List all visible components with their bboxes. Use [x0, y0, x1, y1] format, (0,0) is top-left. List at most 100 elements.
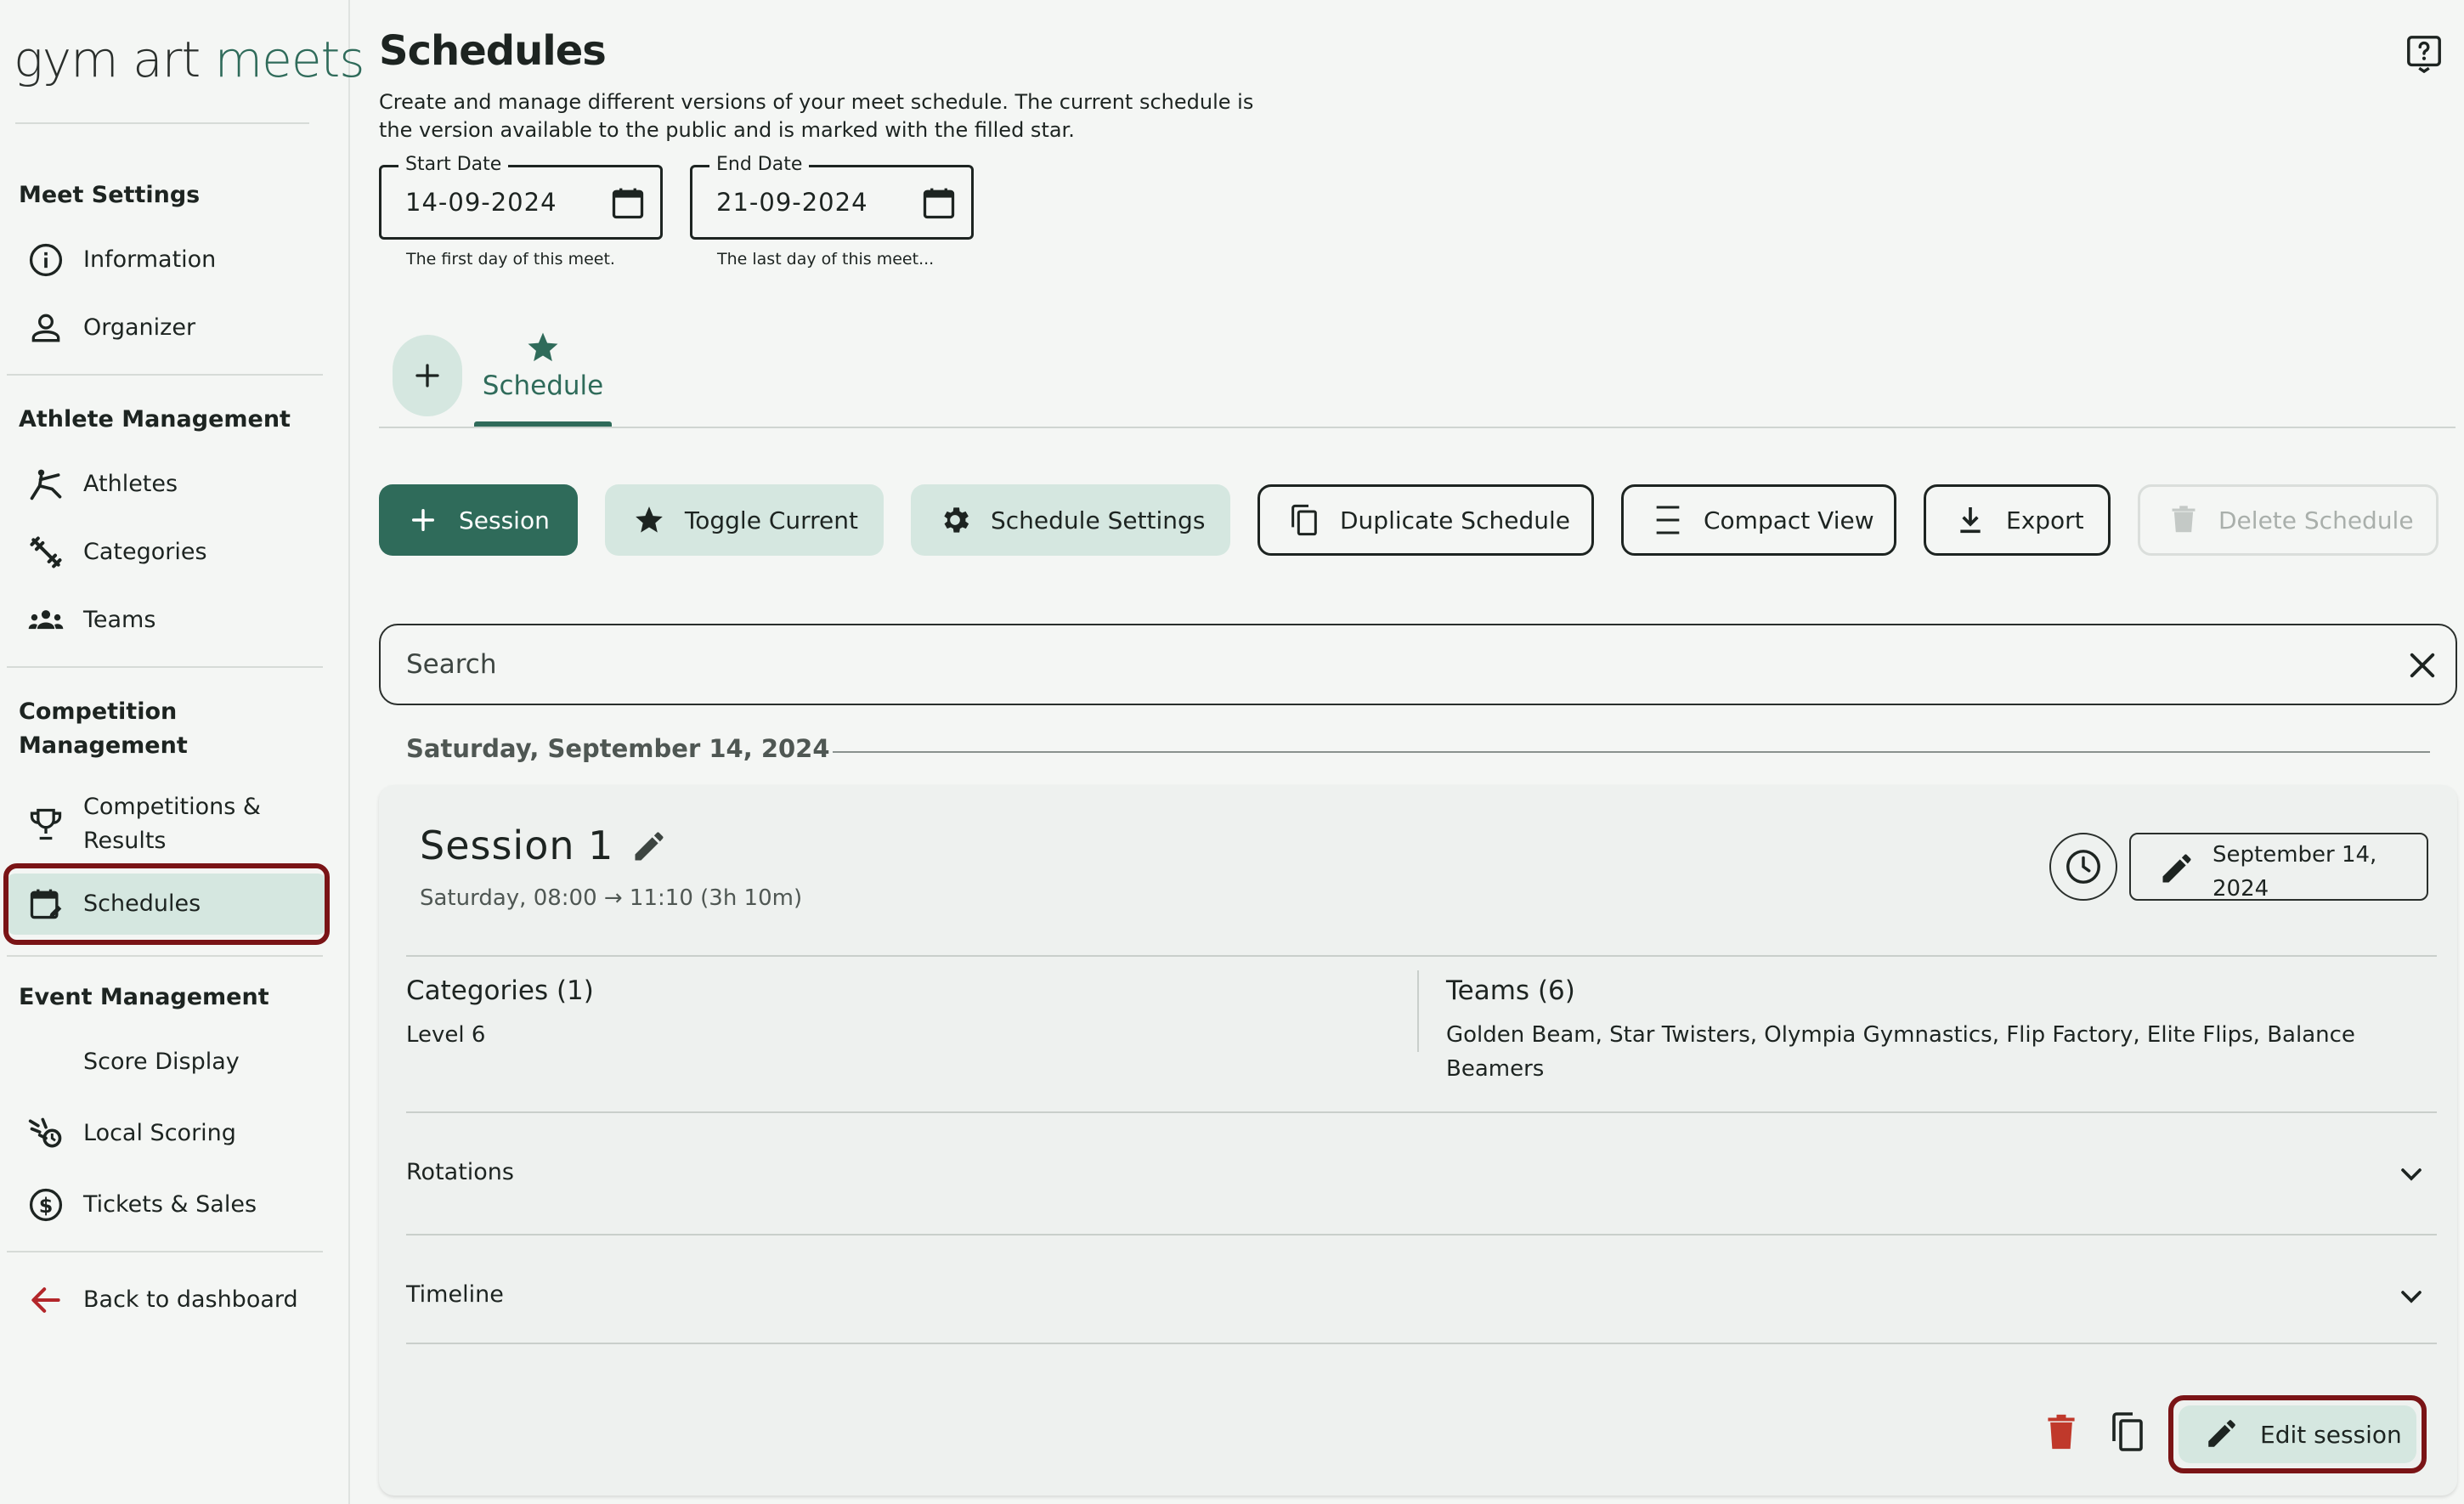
- chevron-down-icon[interactable]: [2394, 1280, 2428, 1314]
- chevron-down-icon[interactable]: [2394, 1157, 2428, 1191]
- sidebar-item-label: Back to dashboard: [83, 1286, 298, 1313]
- sidebar-item-label: Categories: [83, 539, 207, 565]
- sidebar-item-label: Score Display: [83, 1049, 240, 1075]
- app-logo[interactable]: gym art meets: [14, 31, 365, 88]
- sidebar-item-schedules[interactable]: Schedules: [7, 874, 326, 935]
- session-time: Saturday, 08:00 → 11:10 (3h 10m): [420, 885, 803, 911]
- session-date-line: 2024: [2213, 876, 2269, 902]
- section-heading-event-management: Event Management: [19, 984, 269, 1010]
- tab-bar-divider: [379, 427, 2456, 428]
- sidebar-divider: [7, 666, 323, 668]
- tab-label: Schedule: [482, 370, 604, 401]
- day-heading: Saturday, September 14, 2024: [406, 734, 830, 763]
- plus-icon: [412, 360, 443, 391]
- section-heading-athlete-management: Athlete Management: [19, 406, 291, 433]
- compact-view-button[interactable]: Compact View: [1621, 484, 1896, 556]
- edit-session-button[interactable]: Edit session: [2179, 1405, 2416, 1463]
- sidebar-item-label: Athletes: [83, 471, 178, 497]
- sidebar-item-label: Information: [83, 246, 217, 273]
- plus-icon: [406, 503, 440, 537]
- sidebar-item-organizer[interactable]: Organizer: [7, 297, 326, 359]
- column-separator: [1417, 970, 1419, 1052]
- search-input[interactable]: Search: [379, 624, 2457, 705]
- sidebar-item-label: Schedules: [83, 891, 201, 917]
- tab-schedule[interactable]: Schedule: [474, 326, 612, 427]
- categories-heading: Categories (1): [406, 975, 594, 1006]
- sidebar-item-competitions-results[interactable]: Competitions & Results: [7, 790, 326, 858]
- end-date-field[interactable]: End Date 21-09-2024: [690, 153, 974, 240]
- person-icon: [27, 309, 65, 347]
- session-date-button[interactable]: September 14, 2024: [2129, 833, 2428, 902]
- end-date-label: End Date: [709, 153, 810, 177]
- categories-list: Level 6: [406, 1022, 486, 1048]
- duplicate-schedule-button[interactable]: Duplicate Schedule: [1257, 484, 1594, 556]
- sidebar-item-label: Tickets & Sales: [83, 1191, 257, 1218]
- start-date-hint: The first day of this meet.: [406, 250, 615, 269]
- main-content: Schedules Create and manage different ve…: [352, 0, 2464, 1504]
- delete-schedule-button[interactable]: Delete Schedule: [2138, 484, 2439, 556]
- export-button[interactable]: Export: [1924, 484, 2111, 556]
- session-date-line: September 14,: [2213, 842, 2377, 868]
- info-icon: [27, 241, 65, 279]
- start-date-label: Start Date: [398, 153, 509, 177]
- edit-title-icon[interactable]: [630, 828, 671, 868]
- dollar-icon: $: [27, 1186, 65, 1224]
- sidebar-item-score-display[interactable]: Score Display: [7, 1032, 326, 1093]
- sidebar-divider: [7, 955, 323, 957]
- sidebar-item-information[interactable]: Information: [7, 229, 326, 291]
- session-time-button[interactable]: [2049, 833, 2117, 901]
- add-session-button[interactable]: Session: [379, 484, 578, 556]
- calendar-icon[interactable]: [920, 184, 958, 222]
- sidebar-item-local-scoring[interactable]: Local Scoring: [7, 1103, 326, 1164]
- section-heading-meet-settings: Meet Settings: [19, 182, 201, 208]
- sidebar-item-label: Competitions &: [83, 794, 261, 820]
- groups-icon: [27, 602, 65, 639]
- gear-icon: [938, 503, 972, 537]
- trophy-icon: [27, 806, 65, 843]
- sidebar-item-categories[interactable]: Categories: [7, 522, 326, 583]
- trash-icon: [2167, 503, 2200, 537]
- calendar-icon[interactable]: [609, 184, 647, 222]
- help-icon[interactable]: [2405, 34, 2444, 73]
- download-icon: [1953, 503, 1987, 537]
- sidebar-item-teams[interactable]: Teams: [7, 590, 326, 651]
- page-description: Create and manage different versions of …: [379, 90, 1254, 142]
- sidebar-divider: [7, 1251, 323, 1252]
- sidebar: gym art meets Meet Settings Information …: [0, 0, 365, 1504]
- session-title: Session 1: [420, 823, 614, 868]
- search-placeholder: Search: [406, 649, 497, 680]
- scoring-icon: [27, 1115, 65, 1152]
- teams-list: Golden Beam, Star Twisters, Olympia Gymn…: [1446, 1022, 2355, 1082]
- close-icon[interactable]: [2405, 647, 2440, 683]
- start-date-value[interactable]: 14-09-2024: [405, 188, 557, 217]
- sidebar-item-label: Organizer: [83, 314, 196, 341]
- teams-heading: Teams (6): [1446, 975, 1575, 1006]
- duplicate-session-icon[interactable]: [2107, 1411, 2148, 1453]
- schedule-settings-button[interactable]: Schedule Settings: [911, 484, 1230, 556]
- calendar-edit-icon: [27, 885, 65, 923]
- start-date-field[interactable]: Start Date 14-09-2024: [379, 153, 663, 240]
- star-icon: [632, 503, 666, 537]
- pencil-icon: [2204, 1416, 2241, 1453]
- delete-session-icon[interactable]: [2043, 1411, 2080, 1453]
- timeline-accordion[interactable]: Timeline: [406, 1281, 504, 1308]
- toggle-current-button[interactable]: Toggle Current: [605, 484, 884, 556]
- day-divider: [833, 751, 2430, 753]
- sidebar-item-tickets-sales[interactable]: $ Tickets & Sales: [7, 1174, 326, 1235]
- card-divider: [406, 1111, 2437, 1113]
- sidebar-item-label: Teams: [83, 607, 156, 633]
- end-date-hint: The last day of this meet...: [717, 250, 935, 269]
- fitness-icon: [27, 534, 65, 571]
- rotations-accordion[interactable]: Rotations: [406, 1159, 514, 1185]
- sidebar-item-athletes[interactable]: Athletes: [7, 454, 326, 515]
- sidebar-item-label: Local Scoring: [83, 1120, 236, 1146]
- add-schedule-tab-button[interactable]: [393, 335, 462, 416]
- page-title: Schedules: [379, 27, 607, 75]
- compact-view-icon: [1651, 503, 1685, 537]
- session-card: Session 1 Saturday, 08:00 → 11:10 (3h 10…: [379, 785, 2457, 1496]
- svg-text:$: $: [39, 1194, 54, 1218]
- sidebar-item-back-to-dashboard[interactable]: Back to dashboard: [7, 1269, 326, 1331]
- pencil-icon: [2158, 850, 2196, 887]
- arrow-back-icon: [27, 1281, 65, 1319]
- end-date-value[interactable]: 21-09-2024: [716, 188, 868, 217]
